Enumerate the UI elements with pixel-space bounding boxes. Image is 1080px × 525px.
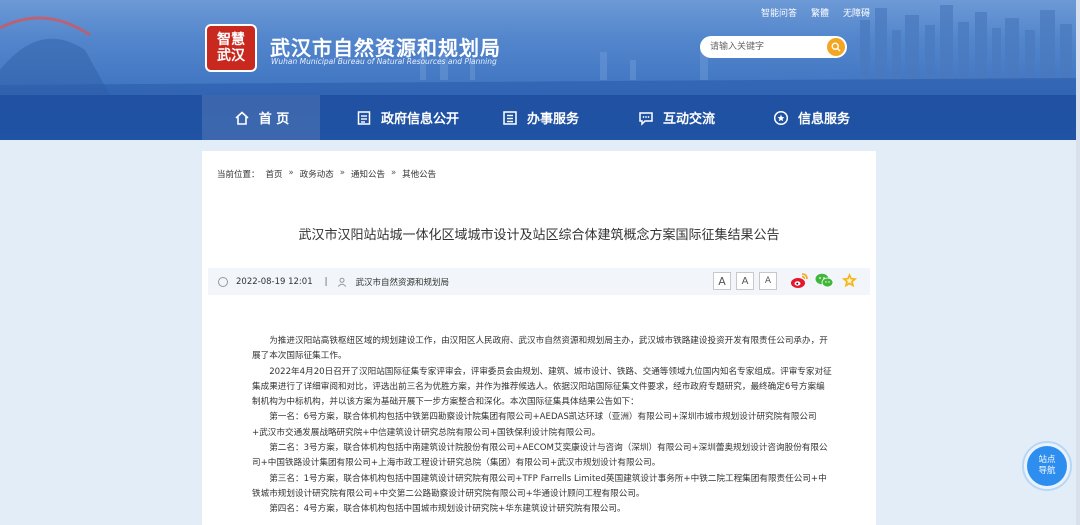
site-subtitle: Wuhan Municipal Bureau of Natural Resour… [271,57,497,66]
nav-gov-info[interactable]: 政府信息公开 [355,95,459,140]
float-guide-line1: 站点 [1038,455,1056,465]
nav-info-service[interactable]: 信息服务 [772,95,850,140]
info-icon [772,109,790,127]
search-input[interactable] [710,39,820,55]
city-skyline-illustration [0,5,1080,95]
font-medium-button[interactable]: A [736,272,754,290]
article-card: 当前位置： 首页 » 政务动态 » 通知公告 » 其他公告 武汉市汉阳站站城一体… [202,151,876,525]
nav-services-label: 办事服务 [527,112,580,127]
article-title: 武汉市汉阳站站城一体化区域城市设计及站区综合体建筑概念方案国际征集结果公告 [298,228,780,243]
nav-services[interactable]: 办事服务 [501,95,579,140]
page-scrollbar[interactable] [1076,0,1080,525]
nav-home[interactable]: 首 页 [202,95,320,140]
user-icon [337,277,347,287]
home-icon [233,109,251,127]
share-buttons [790,271,859,290]
nav-home-label: 首 页 [258,112,290,127]
article-paragraph: 为推进汉阳站高铁枢纽区域的规划建设工作，由汉阳区人民政府、武汉市自然资源和规划局… [252,336,828,362]
breadcrumb-prefix: 当前位置： [217,170,260,180]
breadcrumb-separator: » [288,168,294,178]
breadcrumb-separator: » [390,168,397,178]
wechat-icon[interactable] [815,271,834,290]
smart-qa-link[interactable]: 智能问答 [761,6,797,19]
breadcrumb-notices[interactable]: 通知公告 [351,168,385,180]
form-icon [501,109,519,127]
star-favorite-icon[interactable] [840,271,859,290]
font-small-button[interactable]: A [759,272,777,290]
breadcrumb-other-notices[interactable]: 其他公告 [402,168,436,180]
article-paragraph: 第二名：3号方案，联合体机构包括中南建筑设计院股份有限公司+AECOM艾奕康设计… [252,443,828,469]
breadcrumb: 当前位置： 首页 » 政务动态 » 通知公告 » 其他公告 [217,168,436,180]
clock-icon [218,276,228,287]
document-icon [355,109,373,127]
publish-date: 2022-08-19 12:01 [236,276,313,287]
weibo-icon[interactable] [790,271,809,290]
nav-info-service-label: 信息服务 [798,112,851,127]
article-source: 武汉市自然资源和规划局 [355,277,449,288]
logo-badge-top: 智慧 [217,32,245,48]
article-body: 为推进汉阳站高铁枢纽区域的规划建设工作，由汉阳区人民政府、武汉市自然资源和规划局… [252,334,832,518]
meta-separator: | [324,276,328,287]
font-large-button[interactable]: A [713,272,731,290]
top-links: 智能问答 繁體 无障碍 [761,6,870,19]
site-navigation-float-inner: 站点 导航 [1027,446,1067,486]
search-button[interactable] [827,38,845,56]
article-paragraph: 第三名：1号方案，联合体机构包括中国建筑设计研究院有限公司+TFP Farrel… [252,473,827,499]
nav-gov-info-label: 政府信息公开 [381,112,460,127]
main-nav: 首 页 政府信息公开 办事服务 互动交流 信息服务 [0,95,1080,140]
nav-interaction[interactable]: 互动交流 [637,95,715,140]
traditional-chinese-link[interactable]: 繁體 [811,6,829,19]
float-guide-line2: 导航 [1038,466,1056,476]
site-navigation-float-button[interactable]: 站点 导航 [1022,441,1072,491]
font-size-controls: A A A [713,272,777,290]
site-header: 智能问答 繁體 无障碍 智慧 武汉 武汉市自然资源和规划局 Wuhan Muni… [0,0,1080,140]
breadcrumb-news[interactable]: 政务动态 [300,168,334,180]
accessibility-link[interactable]: 无障碍 [843,6,870,19]
article-meta-bar: 2022-08-19 12:01 | 武汉市自然资源和规划局 A A A [208,268,870,295]
logo-badge-bottom: 武汉 [217,48,245,64]
breadcrumb-separator: » [339,168,345,178]
nav-interaction-label: 互动交流 [663,112,716,127]
chat-icon [637,109,655,127]
search-icon [831,42,841,52]
article-paragraph: 2022年4月20日召开了汉阳站国际征集专家评审会，评审委员会由规划、建筑、城市… [252,366,832,408]
article-paragraph: 第一名：6号方案，联合体机构包括中铁第四勘察设计院集团有限公司+AEDAS凯达环… [252,412,817,438]
search-box [700,36,847,58]
article-paragraph: 第四名：4号方案，联合体机构包括中国城市规划设计研究院+华东建筑设计研究院有限公… [269,504,626,515]
breadcrumb-home[interactable]: 首页 [266,168,283,180]
smart-wuhan-logo[interactable]: 智慧 武汉 [205,24,257,72]
